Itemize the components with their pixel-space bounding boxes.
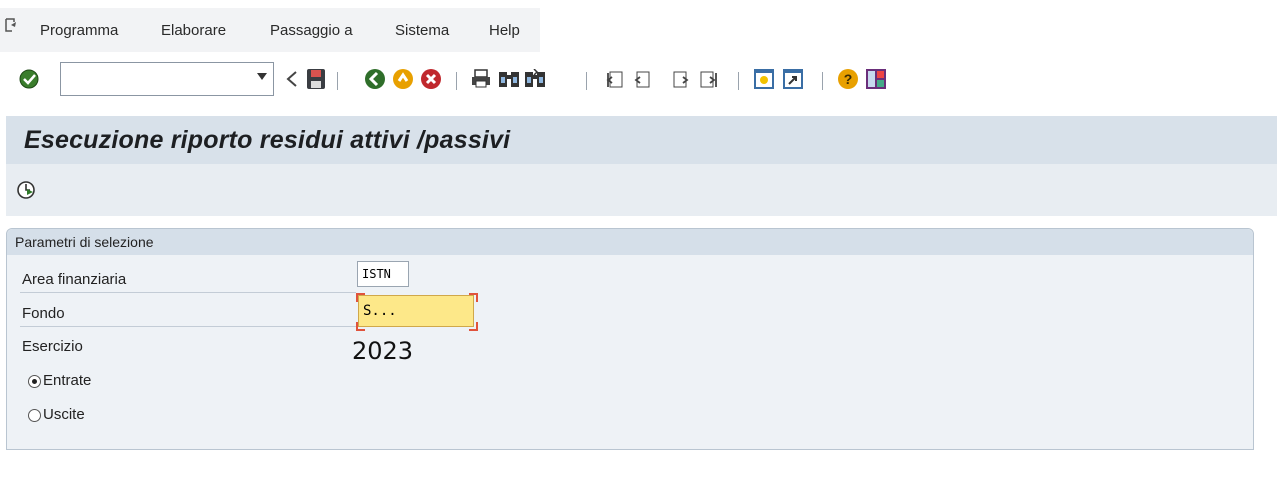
menu-icon[interactable] <box>4 17 18 33</box>
svg-text:?: ? <box>844 71 853 87</box>
area-finanziaria-input[interactable] <box>357 261 409 287</box>
command-field[interactable] <box>60 62 274 96</box>
cancel-icon[interactable] <box>420 68 442 90</box>
fondo-input[interactable] <box>358 295 474 327</box>
focus-corner <box>469 322 478 331</box>
fondo-label: Fondo <box>22 305 65 322</box>
menu-item-help[interactable]: Help <box>489 22 520 39</box>
save-icon[interactable] <box>306 68 326 90</box>
field-divider <box>20 326 356 327</box>
field-divider <box>20 292 356 293</box>
focus-corner <box>356 322 365 331</box>
find-next-icon[interactable] <box>524 69 546 89</box>
back-icon[interactable] <box>364 68 386 90</box>
next-page-icon[interactable] <box>672 69 692 89</box>
print-icon[interactable] <box>471 69 491 89</box>
focus-corner <box>469 293 478 302</box>
area-finanziaria-label: Area finanziaria <box>22 271 127 288</box>
execute-icon[interactable] <box>16 180 36 200</box>
esercizio-value[interactable]: 2023 <box>352 337 413 365</box>
enter-check-icon[interactable] <box>18 68 40 90</box>
toolbar-separator <box>586 72 587 90</box>
toolbar-separator <box>738 72 739 90</box>
toolbar-separator <box>456 72 457 90</box>
sap-window: Programma Elaborare Passaggio a Sistema … <box>0 0 1277 487</box>
toolbar-separator <box>822 72 823 90</box>
page-title: Esecuzione riporto residui attivi /passi… <box>24 126 511 154</box>
layout-icon[interactable] <box>865 68 887 90</box>
application-toolbar <box>6 164 1277 216</box>
exit-icon[interactable] <box>392 68 414 90</box>
group-header: Parametri di selezione <box>7 229 1253 255</box>
previous-page-icon[interactable] <box>631 69 651 89</box>
chevron-down-icon[interactable] <box>257 73 267 80</box>
menu-item-elaborare[interactable]: Elaborare <box>161 22 226 39</box>
create-session-icon[interactable] <box>753 68 775 90</box>
title-bar: Esecuzione riporto residui attivi /passi… <box>6 116 1277 164</box>
first-page-icon[interactable] <box>604 69 624 89</box>
group-title: Parametri di selezione <box>15 234 154 250</box>
radio-uscite[interactable] <box>28 409 41 422</box>
selection-group: Parametri di selezione <box>6 228 1254 450</box>
radio-entrate-label[interactable]: Entrate <box>43 372 91 389</box>
radio-uscite-label[interactable]: Uscite <box>43 406 85 423</box>
last-page-icon[interactable] <box>699 69 719 89</box>
toolbar-separator <box>337 72 338 90</box>
focus-corner <box>356 293 365 302</box>
command-input[interactable] <box>61 63 253 93</box>
menu-item-programma[interactable]: Programma <box>40 22 118 39</box>
back-nav-icon[interactable] <box>285 70 299 88</box>
menu-item-passaggio-a[interactable]: Passaggio a <box>270 22 353 39</box>
radio-entrate[interactable] <box>28 375 41 388</box>
menu-bar: Programma Elaborare Passaggio a Sistema … <box>0 0 1277 60</box>
help-icon[interactable]: ? <box>837 68 859 90</box>
esercizio-label: Esercizio <box>22 338 83 355</box>
find-icon[interactable] <box>498 69 520 89</box>
shortcut-icon[interactable] <box>782 68 804 90</box>
menu-item-sistema[interactable]: Sistema <box>395 22 449 39</box>
